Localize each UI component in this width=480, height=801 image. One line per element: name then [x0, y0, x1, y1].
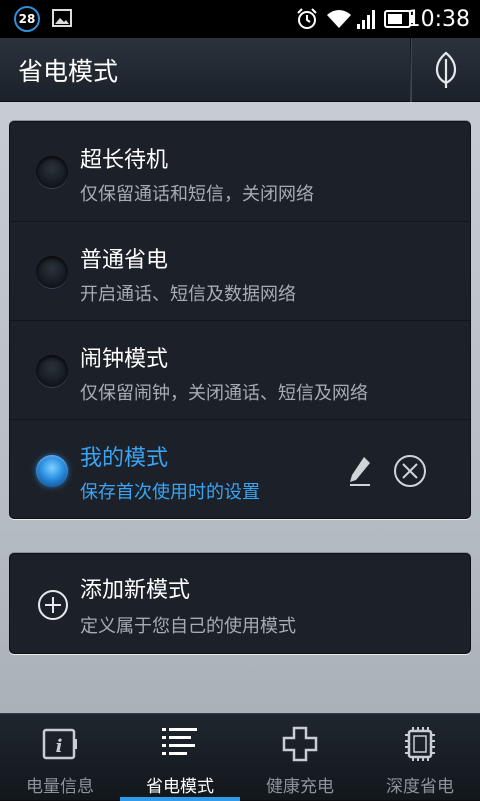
mode-radio-selected[interactable] — [36, 455, 68, 487]
leaf-icon — [435, 51, 457, 88]
mode-radio[interactable] — [36, 355, 68, 387]
modes-card: 超长待机 仅保留通话和短信，关闭网络 普通省电 开启通话、短信及数据网络 闹钟模… — [9, 121, 471, 519]
alarm-icon — [297, 8, 317, 29]
status-bar: 28 10:38 — [0, 0, 480, 38]
mode-title: 超长待机 — [80, 148, 169, 173]
mode-row-normal-saving[interactable]: 普通省电 开启通话、短信及数据网络 — [10, 222, 472, 321]
wifi-icon — [327, 10, 351, 28]
content-area: 超长待机 仅保留通话和短信，关闭网络 普通省电 开启通话、短信及数据网络 闹钟模… — [0, 102, 480, 713]
svg-text:i: i — [56, 736, 63, 757]
tab-label: 省电模式 — [146, 777, 214, 797]
mode-radio[interactable] — [36, 156, 68, 188]
add-mode-description: 定义属于您自己的使用模式 — [80, 616, 296, 637]
tab-label: 健康充电 — [266, 777, 334, 797]
active-tab-indicator — [120, 797, 240, 801]
mode-title: 普通省电 — [80, 248, 169, 273]
mode-title: 我的模式 — [80, 446, 169, 471]
tab-power-saving-mode[interactable]: 省电模式 — [120, 714, 240, 801]
mode-description: 开启通话、短信及数据网络 — [80, 284, 296, 305]
title-bar: 省电模式 — [0, 38, 480, 102]
page-title: 省电模式 — [18, 57, 119, 86]
clock-time: 10:38 — [406, 7, 470, 32]
bottom-tab-bar: i 电量信息 省电模式 健康充电 深度省电 — [0, 713, 480, 801]
add-circle-icon — [38, 590, 68, 620]
add-mode-card[interactable]: 添加新模式 定义属于您自己的使用模式 — [9, 553, 471, 654]
tab-healthy-charging[interactable]: 健康充电 — [240, 714, 360, 801]
chip-icon — [405, 727, 435, 761]
edit-pencil-icon[interactable] — [346, 454, 374, 488]
leaf-button[interactable] — [412, 38, 480, 102]
add-mode-title: 添加新模式 — [80, 578, 191, 603]
gallery-icon — [52, 9, 72, 27]
mode-description: 仅保留闹钟，关闭通话、短信及网络 — [80, 383, 368, 404]
signal-icon — [357, 10, 375, 29]
tab-label: 深度省电 — [386, 777, 454, 797]
mode-row-ultra-standby[interactable]: 超长待机 仅保留通话和短信，关闭网络 — [10, 122, 472, 221]
battery-info-icon: i — [42, 728, 77, 760]
delete-circle-x-icon[interactable] — [392, 453, 428, 489]
mode-description: 保存首次使用时的设置 — [80, 482, 260, 503]
tab-battery-info[interactable]: i 电量信息 — [0, 714, 120, 801]
notification-count-badge[interactable]: 28 — [14, 6, 40, 32]
plus-cross-icon — [282, 726, 318, 762]
list-icon — [162, 728, 197, 755]
mode-description: 仅保留通话和短信，关闭网络 — [80, 184, 314, 205]
mode-radio[interactable] — [36, 256, 68, 288]
mode-title: 闹钟模式 — [80, 347, 169, 372]
mode-row-my-mode[interactable]: 我的模式 保存首次使用时的设置 — [10, 420, 472, 519]
tab-label: 电量信息 — [26, 777, 94, 797]
mode-row-alarm[interactable]: 闹钟模式 仅保留闹钟，关闭通话、短信及网络 — [10, 321, 472, 420]
tab-deep-saving[interactable]: 深度省电 — [360, 714, 480, 801]
